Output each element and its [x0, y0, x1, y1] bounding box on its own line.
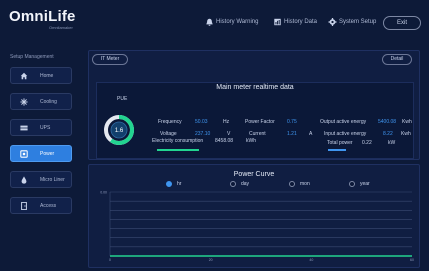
x-tick-label: 60 [410, 258, 414, 262]
app-logo: OmniLife [9, 8, 76, 25]
input-energy-label: Input active energy [324, 131, 367, 137]
app-logo-subtitle: Omnilamaker [49, 25, 73, 30]
y-tick-label: 0.00 [100, 191, 107, 195]
sidebar-item-label: Power [40, 150, 55, 157]
sidebar: Setup Management Home Cooling UPS Power … [0, 52, 80, 271]
power-factor-value: 0.75 [287, 119, 297, 125]
meter-panel-title: Main meter realtime data [216, 84, 294, 91]
nav-system-setup-label: System Setup [339, 19, 377, 25]
voltage-label: Voltage [160, 131, 177, 137]
tab-it-meter[interactable]: IT Meter [92, 54, 128, 65]
frequency-unit: Hz [223, 119, 230, 125]
consumption-value: 8458.08 [215, 138, 234, 144]
sidebar-item-access[interactable]: Access [10, 197, 72, 214]
output-energy-value: 5400.08 [378, 119, 397, 125]
sidebar-item-cooling[interactable]: Cooling [10, 93, 72, 110]
data-icon [274, 18, 281, 26]
sidebar-item-micro-liner[interactable]: Micro Liner [10, 171, 72, 188]
sidebar-item-ups[interactable]: UPS [10, 119, 72, 136]
total-power-label: Total power [327, 140, 353, 146]
sidebar-title: Setup Management [10, 54, 54, 60]
x-tick-label: 20 [209, 258, 213, 262]
nav-history-warning[interactable]: History Warning [205, 18, 258, 26]
nav-system-setup[interactable]: System Setup [328, 18, 376, 26]
total-power-value: 0.22 [362, 140, 372, 146]
sidebar-item-label: UPS [40, 124, 51, 131]
consumption-unit: kWh [246, 138, 256, 144]
home-icon [20, 72, 28, 79]
cooling-icon [20, 97, 28, 106]
power-curve-chart: 0.00 0 20 40 60 [100, 191, 414, 263]
sidebar-item-label: Micro Liner [40, 176, 65, 183]
detail-button[interactable]: Detail [382, 54, 412, 65]
current-label: Current [249, 131, 266, 137]
nav-history-data-label: History Data [284, 19, 318, 25]
sidebar-item-label: Access [40, 202, 57, 209]
top-header: OmniLife Omnilamaker History Warning His… [0, 0, 429, 40]
ups-icon [20, 125, 28, 130]
pue-gauge: 1.6 [104, 115, 134, 145]
x-tick-label: 40 [309, 258, 313, 262]
nav-history-warning-label: History Warning [216, 19, 259, 25]
power-factor-label: Power Factor [245, 119, 275, 125]
frequency-label: Frequency [158, 119, 182, 125]
power-icon [20, 149, 28, 158]
nav-history-data[interactable]: History Data [273, 18, 317, 26]
door-icon [21, 201, 27, 210]
power-curve-title: Power Curve [233, 171, 275, 178]
input-energy-value: 8.22 [383, 131, 393, 137]
voltage-unit: V [227, 131, 231, 137]
drop-icon [21, 175, 27, 184]
input-energy-unit: Kwh [401, 131, 411, 137]
pue-label: PUE [117, 96, 128, 102]
current-value: 1.21 [287, 131, 297, 137]
sidebar-item-label: Home [40, 72, 54, 79]
frequency-value: 50.03 [195, 119, 208, 125]
pue-value: 1.6 [115, 128, 124, 134]
output-energy-unit: Kwh [402, 119, 412, 125]
x-tick-label: 0 [109, 258, 111, 262]
voltage-value: 237.10 [195, 131, 211, 137]
sidebar-item-home[interactable]: Home [10, 67, 72, 84]
alarm-icon [206, 18, 213, 26]
current-unit: A [309, 131, 313, 137]
exit-button[interactable]: Exit [383, 16, 421, 30]
total-power-unit: kW [388, 140, 396, 146]
consumption-label: Electricity consumption [152, 138, 204, 144]
output-energy-label: Output active energy [320, 119, 367, 125]
consumption-bar [157, 149, 199, 151]
gear-icon [328, 18, 337, 26]
sidebar-item-power[interactable]: Power [10, 145, 72, 162]
sidebar-item-label: Cooling [40, 98, 57, 105]
total-power-bar [328, 149, 346, 151]
